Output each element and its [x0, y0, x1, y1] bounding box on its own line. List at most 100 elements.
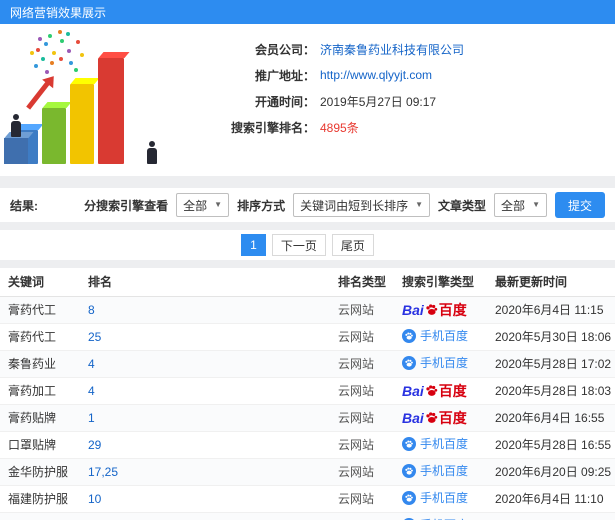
rank-cell: 17,25	[80, 458, 330, 485]
keyword-cell: 福建防护服	[8, 492, 69, 506]
table-row: Bai 百度 手机百度	[0, 512, 615, 520]
rank-type-cell: 云网站	[338, 411, 375, 425]
engine-cell: Bai 百度 手机百度	[394, 323, 487, 350]
next-page-button[interactable]: 下一页	[271, 234, 326, 256]
updated-cell: 2020年5月28日 18:03	[495, 384, 612, 398]
promo-url-row: 推广地址： http://www.qlyyjt.com	[185, 62, 615, 88]
rank-type-cell: 云网站	[338, 303, 375, 317]
keyword-cell: 膏药加工	[8, 384, 57, 398]
baidu-paw-icon	[426, 412, 438, 423]
updated-cell: 2020年5月30日 18:06	[495, 330, 612, 344]
engine-cell: Bai 百度 手机百度	[394, 350, 487, 377]
rank-type-cell: 云网站	[338, 384, 375, 398]
company-info: 会员公司： 济南秦鲁药业科技有限公司 推广地址： http://www.qlyy…	[185, 24, 615, 176]
article-type-select[interactable]: 全部 ▼	[494, 193, 547, 217]
rank-link[interactable]: 10	[88, 492, 101, 506]
table-row: 金华防护服 17,25 云网站 Bai 百度 手机百度 2020年6月20日 0…	[0, 458, 615, 485]
table-header-row: 关键词 排名 排名类型 搜索引擎类型 最新更新时间	[0, 268, 615, 297]
rank-type-cell: 云网站	[338, 330, 375, 344]
updated-cell: 2020年6月4日 11:10	[495, 492, 604, 506]
businessman-figure-right	[146, 141, 158, 164]
col-header-engine-type: 搜索引擎类型	[394, 268, 487, 297]
baidu-paw-icon	[426, 304, 438, 315]
table-row: 膏药加工 4 云网站 Bai 百度 手机百度 2020年5月28日 18:03	[0, 377, 615, 404]
col-header-updated: 最新更新时间	[487, 268, 615, 297]
col-header-rank: 排名	[80, 268, 330, 297]
mobile-baidu-badge: 手机百度	[402, 354, 468, 371]
rank-count-label: 搜索引擎排名：	[230, 120, 315, 135]
engine-cell: Bai 百度 手机百度	[394, 431, 487, 458]
engine-filter-label: 分搜索引擎查看	[84, 198, 169, 213]
title-bar: 网络营销效果展示	[0, 0, 615, 24]
sort-select[interactable]: 关键词由短到长排序 ▼	[293, 193, 431, 217]
confetti-decoration	[36, 48, 40, 52]
keyword-cell: 膏药贴牌	[8, 411, 57, 425]
chevron-down-icon: ▼	[214, 200, 223, 209]
baidu-logo: Bai 百度	[402, 382, 467, 399]
company-name-link[interactable]: 济南秦鲁药业科技有限公司	[320, 41, 464, 58]
rank-cell: 8	[80, 296, 330, 323]
table-row: 福建防护服 10 云网站 Bai 百度 手机百度 2020年6月4日 11:10	[0, 485, 615, 512]
chart-bar-green	[42, 108, 66, 164]
company-label: 会员公司：	[254, 42, 315, 57]
rank-type-cell: 云网站	[338, 438, 375, 452]
mobile-baidu-badge: 手机百度	[402, 489, 468, 506]
rank-link[interactable]: 25	[88, 330, 101, 344]
rank-link[interactable]: 4	[88, 357, 95, 371]
col-header-rank-type: 排名类型	[330, 268, 394, 297]
rank-link[interactable]: 4	[88, 384, 95, 398]
rank-link[interactable]: 1	[88, 411, 95, 425]
mobile-baidu-paw-icon	[402, 328, 416, 343]
engine-cell: Bai 百度 手机百度	[394, 485, 487, 512]
rank-link[interactable]: 29	[88, 438, 101, 452]
rank-cell: 29	[80, 431, 330, 458]
rank-link[interactable]: 8	[88, 303, 95, 317]
engine-cell: Bai 百度 手机百度	[394, 404, 487, 431]
rank-type-cell: 云网站	[338, 357, 375, 371]
mobile-baidu-badge: 手机百度	[402, 516, 468, 520]
businessman-figure-left	[10, 114, 22, 137]
engine-cell: Bai 百度 手机百度	[394, 296, 487, 323]
chart-bar-red	[98, 58, 124, 164]
open-time-value: 2019年5月27日 09:17	[320, 94, 437, 109]
table-row: 膏药代工 25 云网站 Bai 百度 手机百度 2020年5月30日 18:06	[0, 323, 615, 350]
rank-count-row: 搜索引擎排名： 4895条	[185, 114, 615, 140]
results-table: 关键词 排名 排名类型 搜索引擎类型 最新更新时间 膏药代工 8 云网站 Bai…	[0, 268, 615, 520]
keyword-cell: 秦鲁药业	[8, 357, 57, 371]
rank-link[interactable]: 17,25	[88, 465, 118, 479]
submit-button[interactable]: 提交	[554, 192, 605, 218]
rank-cell: 4	[80, 377, 330, 404]
results-label: 结果:	[10, 198, 38, 213]
engine-cell: Bai 百度 手机百度	[394, 377, 487, 404]
mobile-baidu-paw-icon	[402, 355, 416, 370]
engine-select[interactable]: 全部 ▼	[176, 193, 230, 217]
podium-cube	[4, 138, 28, 164]
rank-cell: 25	[80, 323, 330, 350]
bar-chart-graphic	[0, 24, 185, 176]
baidu-logo: Bai 百度	[402, 301, 467, 318]
mobile-baidu-badge: 手机百度	[402, 462, 468, 479]
results-filter-bar: 结果: 分搜索引擎查看 全部 ▼ 排序方式 关键词由短到长排序 ▼ 文章类型 全…	[0, 188, 615, 222]
updated-cell	[487, 512, 615, 520]
rank-cell: 1	[80, 404, 330, 431]
results-table-panel: 关键词 排名 排名类型 搜索引擎类型 最新更新时间 膏药代工 8 云网站 Bai…	[0, 268, 615, 520]
company-row: 会员公司： 济南秦鲁药业科技有限公司	[185, 36, 615, 62]
open-time-label: 开通时间：	[254, 94, 315, 109]
mobile-baidu-badge: 手机百度	[402, 327, 468, 344]
article-type-value: 全部	[501, 198, 526, 213]
sort-select-value: 关键词由短到长排序	[300, 198, 409, 213]
keyword-cell	[0, 512, 80, 520]
page-1-button[interactable]: 1	[241, 234, 266, 256]
filter-group: 分搜索引擎查看 全部 ▼ 排序方式 关键词由短到长排序 ▼ 文章类型 全部 ▼ …	[84, 192, 605, 218]
profile-panel: 会员公司： 济南秦鲁药业科技有限公司 推广地址： http://www.qlyy…	[0, 24, 615, 176]
updated-cell: 2020年6月4日 11:15	[495, 303, 604, 317]
keyword-cell: 口罩贴牌	[8, 438, 57, 452]
keyword-cell: 膏药代工	[8, 330, 57, 344]
last-page-button[interactable]: 尾页	[331, 234, 374, 256]
rank-type-cell	[330, 512, 394, 520]
rank-count-value: 4895条	[320, 120, 359, 135]
updated-cell: 2020年5月28日 17:02	[495, 357, 612, 371]
promo-url-link[interactable]: http://www.qlyyjt.com	[320, 68, 432, 82]
chart-bar-yellow	[70, 84, 94, 164]
table-row: 膏药代工 8 云网站 Bai 百度 手机百度 2020年6月4日 11:15	[0, 296, 615, 323]
